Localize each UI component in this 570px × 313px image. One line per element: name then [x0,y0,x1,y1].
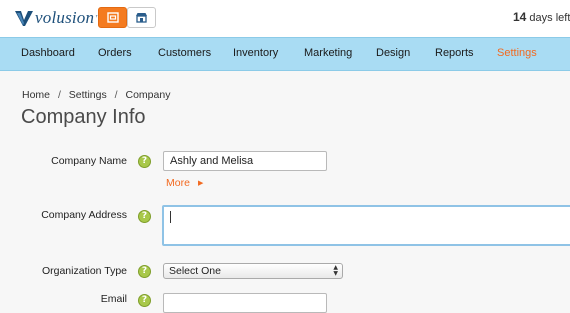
breadcrumb-separator: / [114,89,118,101]
trial-days-remaining: 14 days left i [513,10,570,24]
more-arrow-icon: ▶ [197,180,204,187]
brand-name: volusion [35,8,95,27]
email-input[interactable] [163,293,327,313]
nav-settings[interactable]: Settings [497,47,537,59]
organization-type-help-icon[interactable]: ? [138,265,151,278]
storefront-button[interactable] [127,7,156,28]
text-cursor [170,211,171,223]
more-link-label: More [166,177,190,189]
store-admin-button[interactable] [98,7,127,28]
organization-type-selected-value: Select One [169,265,221,277]
nav-marketing[interactable]: Marketing [304,47,352,59]
nav-design[interactable]: Design [376,47,410,59]
breadcrumb-company: Company [125,89,171,101]
company-address-help-icon[interactable]: ? [138,210,151,223]
volusion-logo[interactable]: volusion ™ [14,8,101,28]
nav-customers[interactable]: Customers [158,47,211,59]
company-name-label: Company Name [51,155,127,167]
nav-dashboard[interactable]: Dashboard [21,47,75,59]
trial-days-count: 14 [513,10,527,24]
store-icon [106,12,119,23]
trial-days-text: days left i [529,12,570,24]
page-title: Company Info [21,106,146,128]
breadcrumb-separator: / [57,89,61,101]
organization-type-select[interactable]: Select One ▲ ▼ [163,263,343,279]
breadcrumb-home[interactable]: Home [22,89,50,101]
company-name-input[interactable] [163,151,327,171]
breadcrumb: Home / Settings / Company [22,89,170,101]
more-link[interactable]: More ▶ [166,177,203,189]
select-updown-icon: ▲ ▼ [333,264,338,277]
organization-type-label: Organization Type [41,265,127,277]
company-address-label: Company Address [41,209,127,221]
nav-orders[interactable]: Orders [98,47,132,59]
nav-reports[interactable]: Reports [435,47,474,59]
company-address-textarea[interactable] [162,205,570,246]
company-name-help-icon[interactable]: ? [138,155,151,168]
breadcrumb-settings[interactable]: Settings [69,89,107,101]
nav-inventory[interactable]: Inventory [233,47,278,59]
storefront-icon [136,13,147,23]
volusion-v-icon [15,11,33,26]
top-bar: volusion ™ 14 days left i [0,0,570,37]
main-navigation: Dashboard Orders Customers Inventory Mar… [0,37,570,71]
email-help-icon[interactable]: ? [138,294,151,307]
email-label: Email [100,293,127,305]
